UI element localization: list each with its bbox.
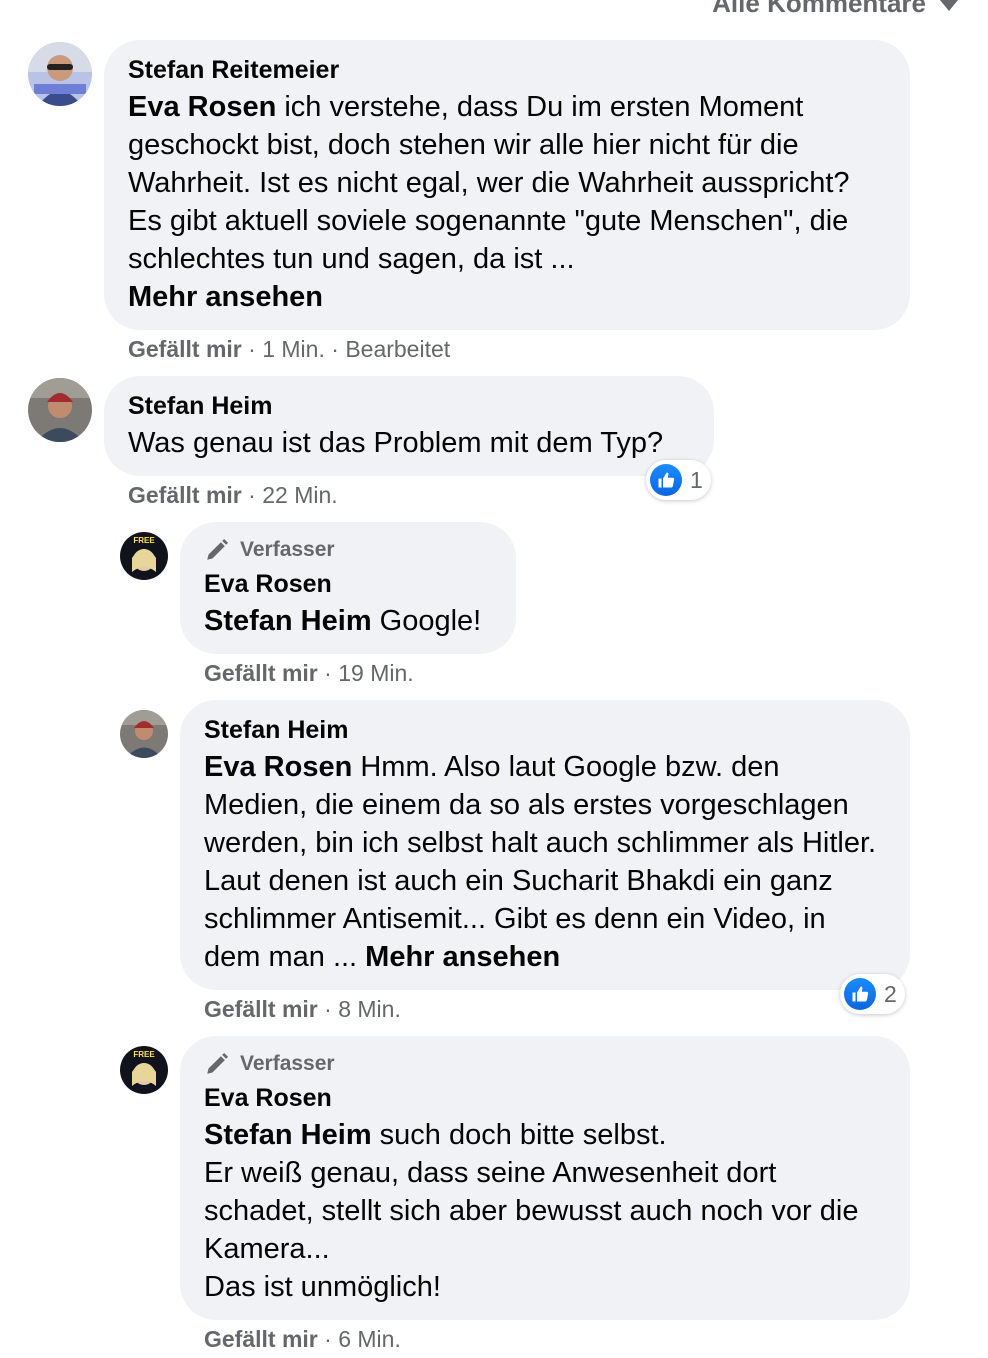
- reply-bubble: Verfasser Eva Rosen Stefan Heim Google!: [180, 522, 516, 654]
- avatar-stefan-heim[interactable]: [120, 710, 168, 758]
- reply-text: Eva Rosen Hmm. Also laut Google bzw. den…: [204, 748, 886, 976]
- reply-meta: Gefällt mir · 6 Min.: [204, 1326, 401, 1352]
- avatar-image: FREE: [120, 532, 168, 580]
- reaction-summary[interactable]: 2: [840, 974, 905, 1014]
- avatar-stefan-heim[interactable]: [28, 378, 92, 442]
- comment-sort-label: Alle Kommentare: [712, 0, 926, 18]
- author-badge: Verfasser: [204, 536, 492, 564]
- mention-link[interactable]: Stefan Heim: [204, 1119, 372, 1151]
- reply-text: Stefan Heim Google!: [204, 602, 492, 640]
- comment-meta: Gefällt mir · 22 Min.: [128, 482, 338, 508]
- avatar-image: [28, 378, 92, 442]
- comment-author[interactable]: Stefan Heim: [128, 390, 690, 422]
- avatar-image: [28, 42, 92, 106]
- comment-time[interactable]: 22 Min.: [262, 482, 337, 508]
- thumbs-up-icon: [650, 464, 682, 496]
- see-more-link[interactable]: Mehr ansehen: [128, 281, 323, 313]
- reply-bubble: Stefan Heim Eva Rosen Hmm. Also laut Goo…: [180, 700, 910, 990]
- reply-time[interactable]: 19 Min.: [338, 660, 413, 686]
- reply-meta: Gefällt mir · 8 Min.: [204, 996, 401, 1022]
- caret-down-icon: [940, 0, 958, 11]
- mention-link[interactable]: Stefan Heim: [204, 605, 372, 637]
- svg-text:FREE: FREE: [133, 1050, 155, 1059]
- reaction-count: 2: [884, 980, 897, 1007]
- mention-link[interactable]: Eva Rosen: [204, 751, 352, 783]
- like-button[interactable]: Gefällt mir: [204, 996, 318, 1022]
- like-button[interactable]: Gefällt mir: [204, 660, 318, 686]
- like-button[interactable]: Gefällt mir: [128, 482, 242, 508]
- edited-label: Bearbeitet: [345, 336, 451, 362]
- author-badge-label: Verfasser: [240, 538, 335, 561]
- like-button[interactable]: Gefällt mir: [128, 336, 242, 362]
- see-more-link[interactable]: Mehr ansehen: [365, 941, 560, 973]
- reply-author[interactable]: Eva Rosen: [204, 1082, 886, 1114]
- reply-body: Hmm. Also laut Google bzw. den Medien, d…: [204, 751, 877, 973]
- reply-meta: Gefällt mir · 19 Min.: [204, 660, 414, 686]
- reply-time[interactable]: 8 Min.: [338, 996, 401, 1022]
- comment-text: Was genau ist das Problem mit dem Typ?: [128, 427, 664, 459]
- comment-time[interactable]: 1 Min.: [262, 336, 325, 362]
- reply-body: Google!: [371, 605, 482, 637]
- reaction-count: 1: [690, 466, 703, 493]
- avatar-image: [120, 710, 168, 758]
- author-badge-label: Verfasser: [240, 1052, 335, 1075]
- author-badge: Verfasser: [204, 1050, 886, 1078]
- avatar-image: FREE: [120, 1046, 168, 1094]
- avatar-stefan-reitemeier[interactable]: [28, 42, 92, 106]
- comment-bubble: Stefan Heim Was genau ist das Problem mi…: [104, 376, 714, 476]
- avatar-eva-rosen[interactable]: FREE: [120, 1046, 168, 1094]
- svg-text:FREE: FREE: [133, 536, 155, 545]
- comment-sort-dropdown[interactable]: Alle Kommentare: [712, 0, 958, 19]
- comment-text: Eva Rosen ich verstehe, dass Du im erste…: [128, 88, 886, 316]
- avatar-eva-rosen[interactable]: FREE: [120, 532, 168, 580]
- reply-time[interactable]: 6 Min.: [338, 1326, 401, 1352]
- thumbs-up-icon: [844, 978, 876, 1010]
- reply-author[interactable]: Eva Rosen: [204, 568, 492, 600]
- mention-link[interactable]: Eva Rosen: [128, 91, 276, 123]
- comment-meta: Gefällt mir · 1 Min. · Bearbeitet: [128, 336, 451, 362]
- reply-author[interactable]: Stefan Heim: [204, 714, 886, 746]
- comment-author[interactable]: Stefan Reitemeier: [128, 54, 886, 86]
- pencil-icon: [207, 538, 229, 560]
- reaction-summary[interactable]: 1: [646, 460, 711, 500]
- like-button[interactable]: Gefällt mir: [204, 1326, 318, 1352]
- reply-bubble: Verfasser Eva Rosen Stefan Heim such doc…: [180, 1036, 910, 1320]
- comment-bubble: Stefan Reitemeier Eva Rosen ich verstehe…: [104, 40, 910, 330]
- reply-text: Stefan Heim such doch bitte selbst. Er w…: [204, 1116, 886, 1306]
- pencil-icon: [207, 1052, 229, 1074]
